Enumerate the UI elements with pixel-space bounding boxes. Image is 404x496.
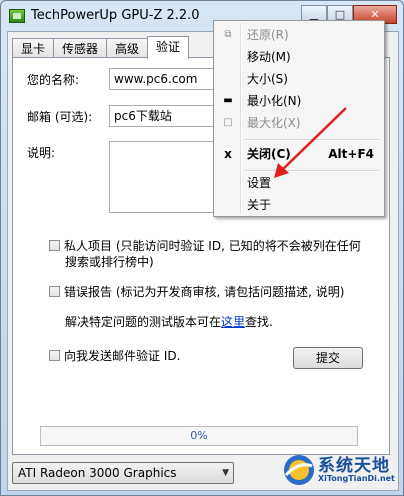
arrow-shaft [280, 107, 347, 172]
watermark-logo-icon [284, 455, 314, 485]
watermark-subtitle: XiTongTianDi.net [318, 474, 395, 483]
watermark: 系统天地 XiTongTianDi.net [280, 447, 402, 493]
watermark-title: 系统天地 [318, 456, 390, 476]
annotation-arrow [274, 107, 347, 178]
tab-validation[interactable]: 验证 [147, 36, 190, 59]
